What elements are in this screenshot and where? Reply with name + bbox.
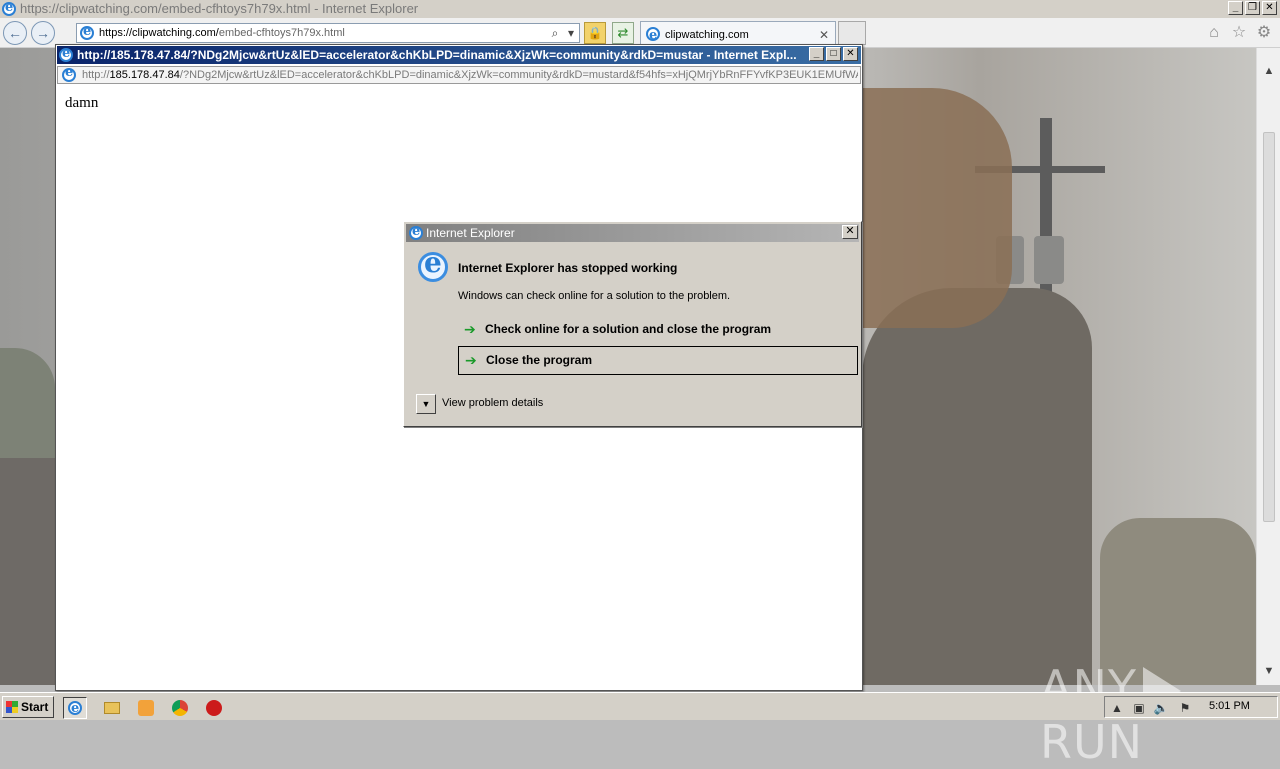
internet-explorer-logo-icon xyxy=(418,246,448,282)
main-window-title: https://clipwatching.com/embed-cfhtoys7h… xyxy=(20,1,419,16)
lock-icon: 🔒 xyxy=(587,26,603,40)
close-program-label: Close the program xyxy=(486,353,593,367)
network-icon[interactable]: ▣ xyxy=(1131,700,1147,716)
green-arrow-icon: ➔ xyxy=(465,352,477,368)
new-tab-button[interactable] xyxy=(838,21,866,45)
taskbar-internet-explorer[interactable] xyxy=(63,697,87,720)
home-icon[interactable]: ⌂ xyxy=(1205,24,1223,42)
start-button[interactable]: Start xyxy=(2,696,54,718)
close-program-button[interactable]: ➔ Close the program xyxy=(458,346,858,375)
close-button[interactable]: ✕ xyxy=(1262,1,1277,15)
popup-window-controls: _ □ ✕ xyxy=(809,47,858,61)
dialog-titlebar[interactable]: Internet Explorer ✕ xyxy=(406,223,859,242)
gear-icon[interactable]: ⚙ xyxy=(1255,24,1273,42)
back-arrow-icon: ← xyxy=(8,25,22,41)
restore-button[interactable]: ❐ xyxy=(1245,1,1260,15)
popup-address-bar[interactable]: http://185.178.47.84/?NDg2Mjcw&rtUz&lED=… xyxy=(57,65,861,84)
person-silhouette xyxy=(862,288,1092,685)
chrome-icon xyxy=(172,700,188,716)
error-dialog: Internet Explorer ✕ Internet Explorer ha… xyxy=(403,221,862,427)
compatibility-refresh-button[interactable]: ⇄ xyxy=(612,22,634,44)
page-icon xyxy=(80,23,94,41)
taskbar: Start ▲ ▣ 🔈 ⚑ 5:01 PM xyxy=(0,692,1280,720)
address-dropdown-icon[interactable]: ▾ xyxy=(563,26,579,40)
tray-expand-icon[interactable]: ▲ xyxy=(1109,700,1125,716)
forward-arrow-icon: → xyxy=(36,25,50,41)
tree-silhouette xyxy=(0,348,55,458)
check-online-label: Check online for a solution and close th… xyxy=(485,322,772,336)
address-url: https://clipwatching.com/embed-cfhtoys7h… xyxy=(99,27,345,39)
back-button[interactable]: ← xyxy=(3,21,27,45)
action-center-flag-icon[interactable]: ⚑ xyxy=(1177,700,1193,716)
vertical-scrollbar[interactable]: ▲ ▼ xyxy=(1256,48,1280,685)
taskbar-media-player[interactable] xyxy=(134,697,158,719)
clock[interactable]: 5:01 PM xyxy=(1209,700,1250,712)
taskbar-chrome[interactable] xyxy=(168,697,192,719)
view-details-toggle[interactable]: ▼ xyxy=(416,394,436,414)
dialog-title-icon xyxy=(409,223,423,241)
folder-icon xyxy=(104,702,120,714)
main-window-titlebar[interactable]: https://clipwatching.com/embed-cfhtoys7h… xyxy=(0,0,1280,18)
search-icon[interactable]: ⌕ xyxy=(547,26,563,40)
scrollbar-thumb[interactable] xyxy=(1263,132,1275,522)
minimize-button[interactable]: _ xyxy=(1228,1,1243,15)
address-bar[interactable]: https://clipwatching.com/embed-cfhtoys7h… xyxy=(76,23,580,43)
internet-explorer-icon xyxy=(68,698,82,720)
system-tray: ▲ ▣ 🔈 ⚑ 5:01 PM xyxy=(1104,696,1278,718)
person-hair xyxy=(862,88,1012,328)
windows-flag-icon xyxy=(6,701,18,713)
tab-favicon xyxy=(646,24,660,48)
opera-icon xyxy=(206,700,222,716)
popup-maximize-button[interactable]: □ xyxy=(826,47,841,61)
forward-button[interactable]: → xyxy=(31,21,55,45)
refresh-icon: ⇄ xyxy=(617,25,629,40)
dialog-subtext: Windows can check online for a solution … xyxy=(458,290,731,302)
dialog-heading: Internet Explorer has stopped working xyxy=(458,261,678,275)
popup-address-url: http://185.178.47.84/?NDg2Mjcw&rtUz&lED=… xyxy=(82,69,858,81)
taskbar-opera[interactable] xyxy=(202,697,226,719)
popup-body-text: damn xyxy=(65,95,99,111)
view-details-label[interactable]: View problem details xyxy=(442,397,543,409)
dialog-close-button[interactable]: ✕ xyxy=(842,225,858,239)
scroll-down-arrow-icon[interactable]: ▼ xyxy=(1257,662,1280,680)
scroll-up-arrow-icon[interactable]: ▲ xyxy=(1257,62,1280,80)
volume-icon[interactable]: 🔈 xyxy=(1153,700,1169,716)
house-silhouette xyxy=(0,448,55,685)
popup-close-button[interactable]: ✕ xyxy=(843,47,858,61)
media-player-icon xyxy=(138,700,154,716)
popup-minimize-button[interactable]: _ xyxy=(809,47,824,61)
popup-title: http://185.178.47.84/?NDg2Mjcw&rtUz&lED=… xyxy=(77,48,797,62)
popup-ie-icon xyxy=(59,45,73,63)
favorites-star-icon[interactable]: ☆ xyxy=(1230,24,1248,42)
main-window-controls: _ ❐ ✕ xyxy=(1228,1,1277,15)
security-lock-button[interactable]: 🔒 xyxy=(584,22,606,44)
popup-page-icon xyxy=(62,65,76,82)
dialog-title: Internet Explorer xyxy=(426,226,515,240)
green-arrow-icon: ➔ xyxy=(464,321,476,337)
taskbar-file-explorer[interactable] xyxy=(100,697,124,719)
popup-titlebar[interactable]: http://185.178.47.84/?NDg2Mjcw&rtUz&lED=… xyxy=(57,45,861,64)
utility-pole-transformer-2 xyxy=(1034,236,1064,284)
check-online-button[interactable]: ➔ Check online for a solution and close … xyxy=(458,316,858,345)
internet-explorer-icon xyxy=(2,0,16,17)
